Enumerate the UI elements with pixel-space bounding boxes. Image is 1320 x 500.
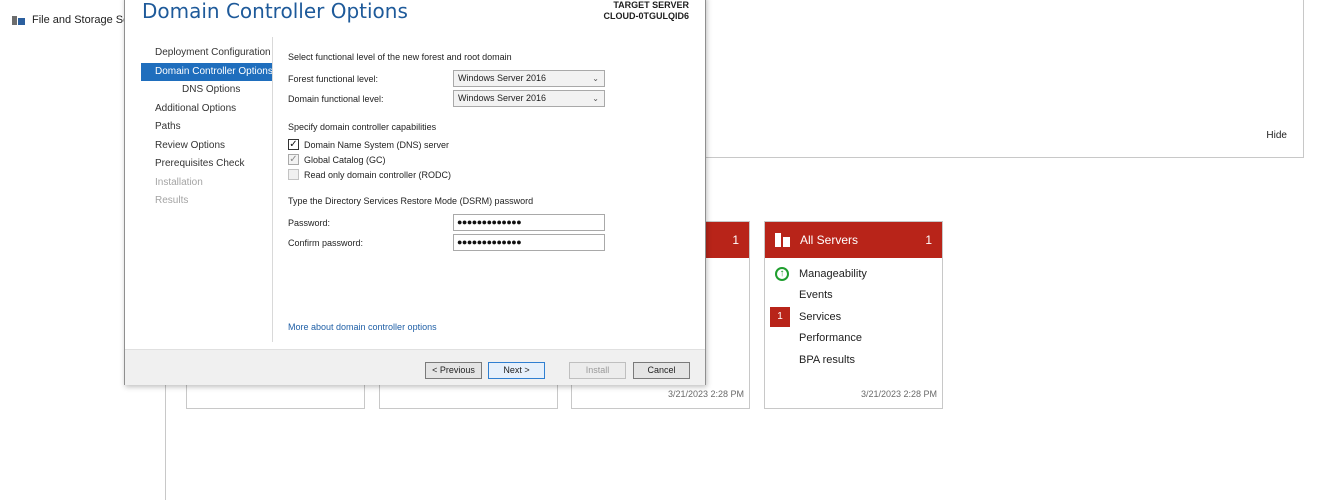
dns-server-checkbox[interactable]: ✓ Domain Name System (DNS) server [288, 139, 449, 150]
target-server-label: TARGET SERVER [613, 0, 689, 10]
wizard-footer: < Previous Next > Install Cancel [125, 349, 705, 385]
tile-row-label: Events [799, 289, 833, 302]
tile-row-label: Performance [799, 332, 862, 345]
tile-row-label: Manageability [799, 267, 867, 280]
page-title: Domain Controller Options [142, 0, 408, 23]
nav-item-file-storage[interactable]: File and Storage Ser [12, 14, 133, 26]
tile-timestamp: 3/21/2023 2:28 PM [860, 389, 937, 399]
tile-title: All Servers [800, 233, 859, 247]
alert-count-badge: 1 [770, 306, 790, 327]
checkbox-checked-icon: ✓ [288, 139, 299, 150]
capabilities-heading: Specify domain controller capabilities [288, 122, 437, 132]
confirm-password-field[interactable]: ●●●●●●●●●●●●● [453, 234, 605, 251]
password-label: Password: [288, 218, 331, 228]
steps-divider [272, 37, 273, 342]
checkbox-label: Domain Name System (DNS) server [304, 139, 450, 150]
more-info-link[interactable]: More about domain controller options [288, 322, 437, 332]
rodc-checkbox: Read only domain controller (RODC) [288, 169, 451, 180]
tile-timestamp: 3/21/2023 2:28 PM [667, 389, 744, 399]
checkbox-label: Read only domain controller (RODC) [304, 169, 452, 180]
forest-level-label: Forest functional level: [288, 74, 379, 84]
step-deployment-configuration[interactable]: Deployment Configuration [141, 44, 272, 63]
tile-row-performance[interactable]: Performance [765, 328, 942, 350]
tile-count: 1 [925, 233, 932, 247]
nav-divider [165, 380, 166, 500]
dsrm-heading: Type the Directory Services Restore Mode… [288, 196, 534, 206]
welcome-panel: Hide [700, 0, 1304, 158]
tile-row-manageability[interactable]: ↑ Manageability [765, 263, 942, 285]
next-button[interactable]: Next > [488, 362, 545, 379]
domain-level-label: Domain functional level: [288, 94, 384, 104]
step-installation: Installation [155, 176, 203, 188]
checkbox-checked-icon: ✓ [288, 154, 299, 165]
status-ok-icon: ↑ [775, 266, 789, 281]
file-storage-icon [12, 15, 25, 26]
tile-row-label: BPA results [799, 353, 856, 366]
target-server-name: CLOUD-0TGULQID6 [603, 11, 690, 21]
checkbox-unchecked-icon [288, 169, 299, 180]
servers-icon [775, 233, 790, 247]
step-paths[interactable]: Paths [141, 118, 272, 137]
tile-row-bpa[interactable]: BPA results [765, 349, 942, 371]
tile-all-servers: All Servers 1 ↑ Manageability Events 1 S… [764, 221, 943, 409]
password-field[interactable]: ●●●●●●●●●●●●● [453, 214, 605, 231]
chevron-down-icon: ⌄ [592, 74, 599, 83]
install-button: Install [569, 362, 626, 379]
nav-item-label: File and Storage Ser [32, 14, 133, 26]
forest-level-value: Windows Server 2016 [458, 73, 547, 83]
step-dns-options[interactable]: DNS Options [141, 81, 272, 100]
ad-ds-configuration-wizard: Domain Controller Options TARGET SERVER … [124, 0, 706, 385]
checkbox-label: Global Catalog (GC) [304, 154, 386, 165]
global-catalog-checkbox: ✓ Global Catalog (GC) [288, 154, 386, 165]
step-domain-controller-options[interactable]: Domain Controller Options [141, 62, 273, 81]
tile-row-services[interactable]: 1 Services [765, 306, 942, 328]
step-results: Results [155, 195, 189, 206]
cancel-button[interactable]: Cancel [633, 362, 690, 379]
step-prerequisites-check[interactable]: Prerequisites Check [141, 155, 272, 174]
chevron-down-icon: ⌄ [592, 94, 599, 103]
forest-level-select[interactable]: Windows Server 2016 ⌄ [453, 70, 605, 87]
tile-row-events[interactable]: Events [765, 285, 942, 307]
tile-header[interactable]: All Servers 1 [765, 222, 942, 258]
domain-level-select[interactable]: Windows Server 2016 ⌄ [453, 90, 605, 107]
hide-link[interactable]: Hide [1266, 130, 1287, 141]
tile-row-label: Services [799, 310, 842, 323]
functional-level-heading: Select functional level of the new fores… [288, 52, 512, 62]
previous-button[interactable]: < Previous [425, 362, 482, 379]
step-additional-options[interactable]: Additional Options [141, 100, 272, 119]
domain-level-value: Windows Server 2016 [458, 93, 547, 103]
step-review-options[interactable]: Review Options [141, 137, 272, 156]
wizard-steps: Deployment Configuration Domain Controll… [141, 44, 273, 211]
tile-count: 1 [732, 233, 739, 247]
confirm-password-label: Confirm password: [288, 238, 364, 248]
